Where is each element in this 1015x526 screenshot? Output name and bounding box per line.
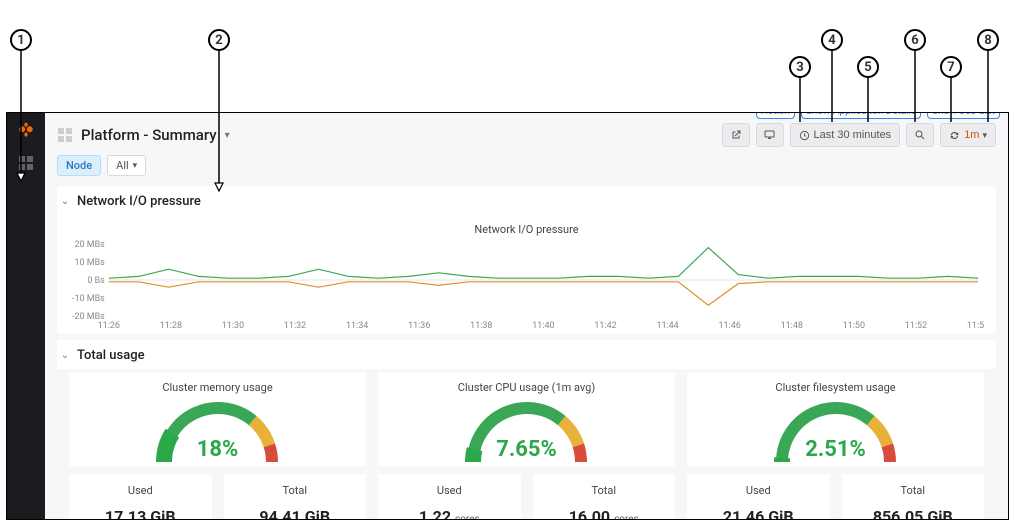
app-frame: Action Show Application Details Show Job… xyxy=(6,112,1009,520)
panel-network: ⌄ Network I/O pressure Network I/O press… xyxy=(57,186,996,334)
svg-text:11:34: 11:34 xyxy=(346,321,368,330)
gauge-title: Cluster CPU usage (1m avg) xyxy=(458,379,595,398)
stat-label: Used xyxy=(77,484,204,497)
stat-value: 94.41 GiB xyxy=(232,507,359,519)
page-title: Platform - Summary xyxy=(81,126,217,144)
gauge-value: 18% xyxy=(148,437,288,462)
annot-action: Action xyxy=(756,112,795,119)
panel-network-title: Network I/O pressure xyxy=(77,194,201,209)
variable-bar: Node All ▾ xyxy=(45,155,1008,184)
svg-text:11:48: 11:48 xyxy=(781,321,803,330)
svg-text:11:40: 11:40 xyxy=(532,321,554,330)
dashboard-icon xyxy=(57,127,73,143)
clock-icon xyxy=(799,130,810,141)
svg-text:10 MBs: 10 MBs xyxy=(75,258,106,268)
svg-text:11:28: 11:28 xyxy=(160,321,182,330)
zoom-out-button[interactable] xyxy=(906,123,934,147)
stat-label: Total xyxy=(850,484,977,497)
chevron-down-icon: ⌄ xyxy=(59,196,71,207)
stat-value: 1.22 cores xyxy=(386,507,513,519)
share-button[interactable] xyxy=(722,123,750,147)
gauge-value: 7.65% xyxy=(457,437,597,462)
svg-text:11:30: 11:30 xyxy=(222,321,244,330)
stat-label: Total xyxy=(232,484,359,497)
svg-text:11:50: 11:50 xyxy=(843,321,865,330)
stat-pair: Used 17.13 GiB Total 94.41 GiB xyxy=(69,474,366,519)
network-chart-title: Network I/O pressure xyxy=(69,221,984,240)
stat-card-total: Total 856.05 GiB xyxy=(842,474,985,519)
gauge-title: Cluster memory usage xyxy=(162,379,272,398)
svg-text:11:26: 11:26 xyxy=(98,321,120,330)
gauge-value: 2.51% xyxy=(766,437,906,462)
time-range-button[interactable]: Last 30 minutes xyxy=(790,123,901,147)
stat-label: Used xyxy=(695,484,822,497)
svg-text:11:32: 11:32 xyxy=(284,321,306,330)
header-bar: Platform - Summary ▾ Last 30 minutes xyxy=(45,113,1008,155)
gauge-card: Cluster filesystem usage 2.51% xyxy=(687,373,984,466)
gauge-row: Cluster memory usage 18% Cluster CPU usage… xyxy=(57,373,996,466)
search-icon xyxy=(914,129,926,141)
gauge-card: Cluster memory usage 18% xyxy=(69,373,366,466)
svg-text:20 MBs: 20 MBs xyxy=(75,240,106,250)
dashboard-title[interactable]: Platform - Summary ▾ xyxy=(57,126,230,144)
monitor-icon xyxy=(763,129,776,141)
chevron-down-icon: ⌄ xyxy=(59,350,71,361)
annotation-tags: Action Show Application Details Show Job… xyxy=(756,112,1000,119)
grafana-logo-icon[interactable] xyxy=(17,121,35,139)
stat-value: 16.00 cores xyxy=(541,507,668,519)
variable-node-chip[interactable]: Node xyxy=(57,155,101,176)
sidebar xyxy=(7,113,45,519)
annot-job-list: Show Job List xyxy=(927,112,1000,119)
gauge-card: Cluster CPU usage (1m avg) 7.65% xyxy=(378,373,675,466)
stat-value: 17.13 GiB xyxy=(77,507,204,519)
svg-text:11:38: 11:38 xyxy=(470,321,492,330)
stat-value: 856.05 GiB xyxy=(850,507,977,519)
variable-all-dropdown[interactable]: All ▾ xyxy=(107,155,146,176)
network-chart: -20 MBs-10 MBs0 Bs10 MBs20 MBs11:2611:28… xyxy=(69,240,984,330)
dashboards-nav-icon[interactable] xyxy=(18,155,34,171)
stat-label: Used xyxy=(386,484,513,497)
stat-card-used: Used 1.22 cores xyxy=(378,474,521,519)
stat-pair: Used 1.22 cores Total 16.00 cores xyxy=(378,474,675,519)
variable-all-label: All xyxy=(116,159,129,172)
annot-app-details: Show Application Details xyxy=(801,112,921,119)
svg-text:-10 MBs: -10 MBs xyxy=(72,294,105,304)
stat-label: Total xyxy=(541,484,668,497)
svg-text:11:52: 11:52 xyxy=(905,321,927,330)
stat-pair: Used 21.46 GiB Total 856.05 GiB xyxy=(687,474,984,519)
svg-text:11:44: 11:44 xyxy=(656,321,678,330)
share-icon xyxy=(730,129,742,141)
time-range-label: Last 30 minutes xyxy=(814,129,892,141)
svg-text:11:42: 11:42 xyxy=(594,321,616,330)
panel-network-header[interactable]: ⌄ Network I/O pressure xyxy=(57,186,996,215)
monitor-button[interactable] xyxy=(756,123,784,147)
refresh-icon xyxy=(949,130,960,141)
svg-text:11:54: 11:54 xyxy=(967,321,984,330)
panel-total-usage-header[interactable]: ⌄ Total usage xyxy=(57,340,996,369)
network-chart-card: Network I/O pressure -20 MBs-10 MBs0 Bs1… xyxy=(57,215,996,334)
refresh-button[interactable]: 1m ▾ xyxy=(940,123,996,147)
stat-row: Used 17.13 GiB Total 94.41 GiB Used 1.22 core… xyxy=(57,474,996,519)
gauge-title: Cluster filesystem usage xyxy=(775,379,895,398)
svg-text:11:46: 11:46 xyxy=(719,321,741,330)
svg-text:0 Bs: 0 Bs xyxy=(87,276,105,286)
refresh-interval-label: 1m xyxy=(964,129,979,141)
chevron-down-icon: ▾ xyxy=(133,161,138,171)
toolbar: Last 30 minutes 1m ▾ xyxy=(722,123,996,147)
stat-card-total: Total 94.41 GiB xyxy=(224,474,367,519)
stat-card-used: Used 17.13 GiB xyxy=(69,474,212,519)
stat-card-used: Used 21.46 GiB xyxy=(687,474,830,519)
stat-card-total: Total 16.00 cores xyxy=(533,474,676,519)
panel-total-usage-title: Total usage xyxy=(77,348,145,363)
panel-total-usage: ⌄ Total usage Cluster memory usage18%Clu… xyxy=(57,340,996,519)
chevron-down-icon: ▾ xyxy=(982,130,987,141)
stat-value: 21.46 GiB xyxy=(695,507,822,519)
chevron-down-icon: ▾ xyxy=(225,130,230,141)
main-area: Platform - Summary ▾ Last 30 minutes xyxy=(45,113,1008,519)
svg-text:11:36: 11:36 xyxy=(408,321,430,330)
